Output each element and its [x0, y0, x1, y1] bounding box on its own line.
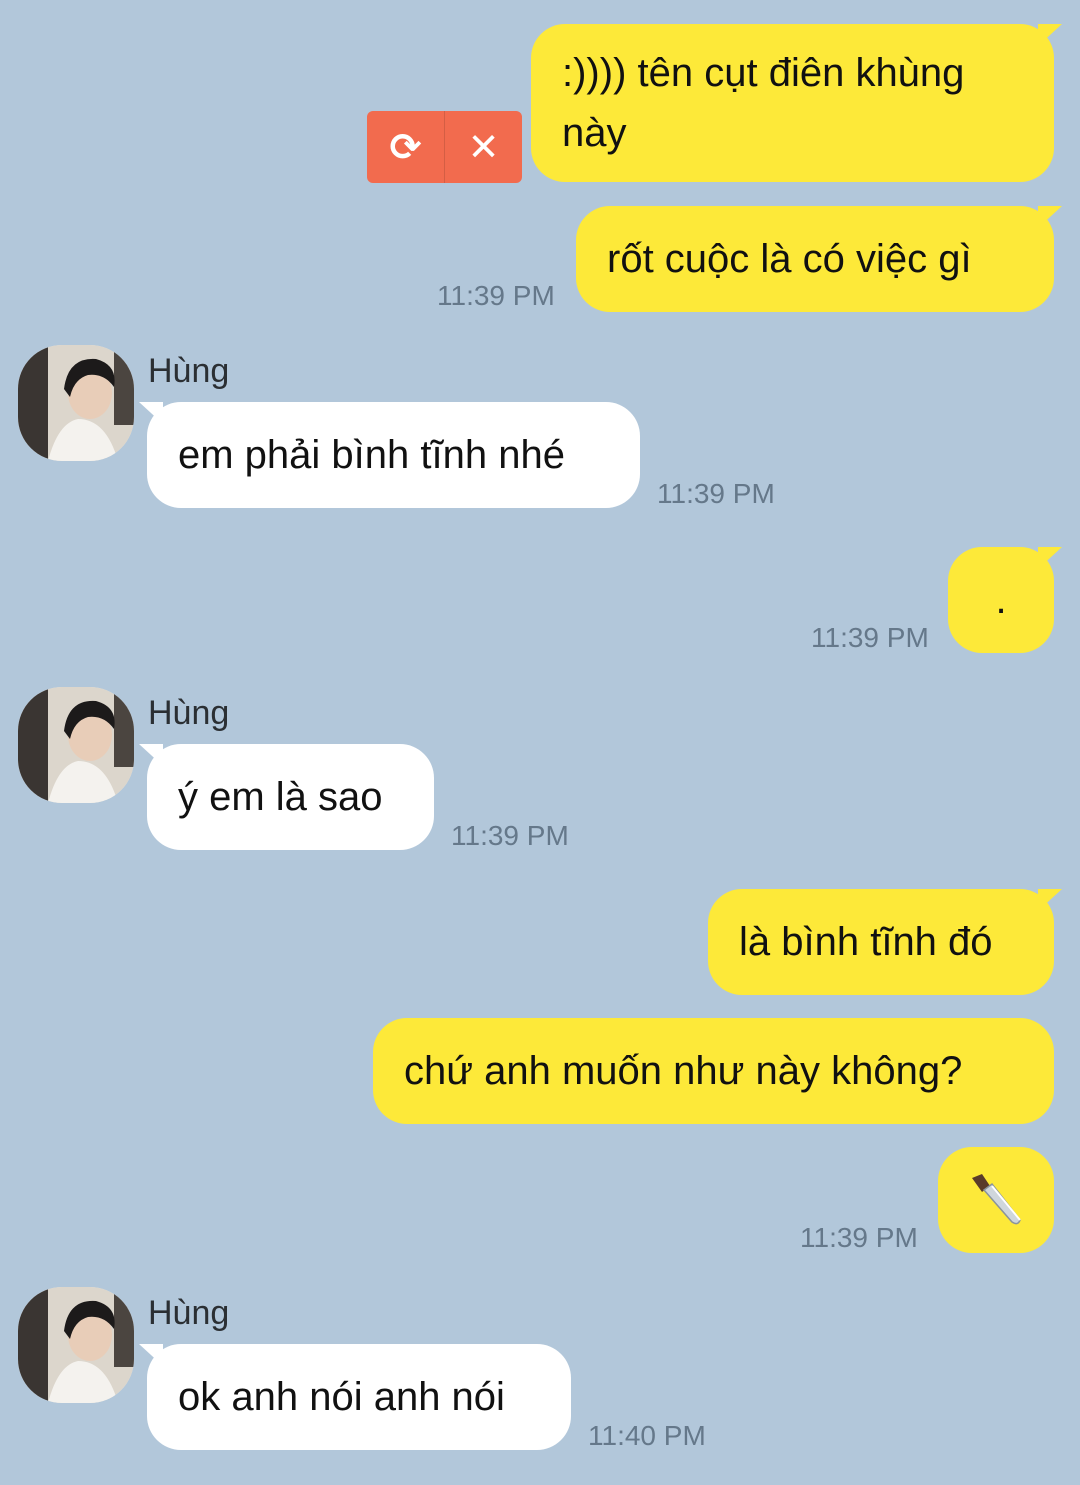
received-message-bubble[interactable]: em phải bình tĩnh nhé	[139, 402, 640, 508]
sender-name: Hùng	[148, 1294, 230, 1332]
delete-failed-button[interactable]: ✕	[444, 111, 522, 183]
sent-message-bubble[interactable]: .	[948, 547, 1062, 653]
message-timestamp: 11:39 PM	[451, 820, 569, 851]
retry-icon: ⟳	[389, 126, 422, 169]
message-text: em phải bình tĩnh nhé	[178, 433, 565, 477]
knife-emoji-icon	[972, 1174, 1021, 1225]
avatar[interactable]	[18, 687, 134, 803]
profile-photo	[18, 1287, 134, 1403]
message-timestamp: 11:39 PM	[437, 280, 555, 311]
profile-photo	[18, 345, 134, 461]
message-timestamp: 11:40 PM	[588, 1420, 706, 1451]
retry-send-button[interactable]: ⟳	[367, 111, 444, 183]
message-timestamp: 11:39 PM	[657, 478, 775, 509]
received-message-bubble[interactable]: ok anh nói anh nói	[139, 1344, 571, 1450]
message-timestamp: 11:39 PM	[811, 622, 929, 653]
sent-message-bubble[interactable]: chứ anh muốn như này không?	[373, 1018, 1054, 1124]
message-timestamp: 11:39 PM	[800, 1222, 918, 1253]
close-icon: ✕	[467, 126, 500, 169]
sent-message-bubble[interactable]: :)))) tên cụt điên khùng này	[531, 24, 1062, 182]
avatar[interactable]	[18, 1287, 134, 1403]
message-text: chứ anh muốn như này không?	[404, 1049, 963, 1093]
message-text: là bình tĩnh đó	[739, 920, 993, 964]
profile-photo	[18, 687, 134, 803]
message-text: .	[995, 578, 1007, 622]
sender-name: Hùng	[148, 694, 230, 732]
message-text: rốt cuộc là có việc gì	[607, 237, 972, 281]
failed-message-actions: ⟳ ✕	[367, 111, 522, 183]
received-message-bubble[interactable]: ý em là sao	[139, 744, 434, 850]
message-text: ý em là sao	[178, 775, 383, 819]
message-text: :)))) tên cụt điên khùng này	[562, 51, 965, 155]
sender-name: Hùng	[148, 352, 230, 390]
sent-message-bubble[interactable]: là bình tĩnh đó	[708, 889, 1062, 995]
sent-emoji-bubble[interactable]	[938, 1147, 1054, 1253]
sent-message-bubble[interactable]: rốt cuộc là có việc gì	[576, 206, 1062, 312]
avatar[interactable]	[18, 345, 134, 461]
message-text: ok anh nói anh nói	[178, 1375, 505, 1419]
